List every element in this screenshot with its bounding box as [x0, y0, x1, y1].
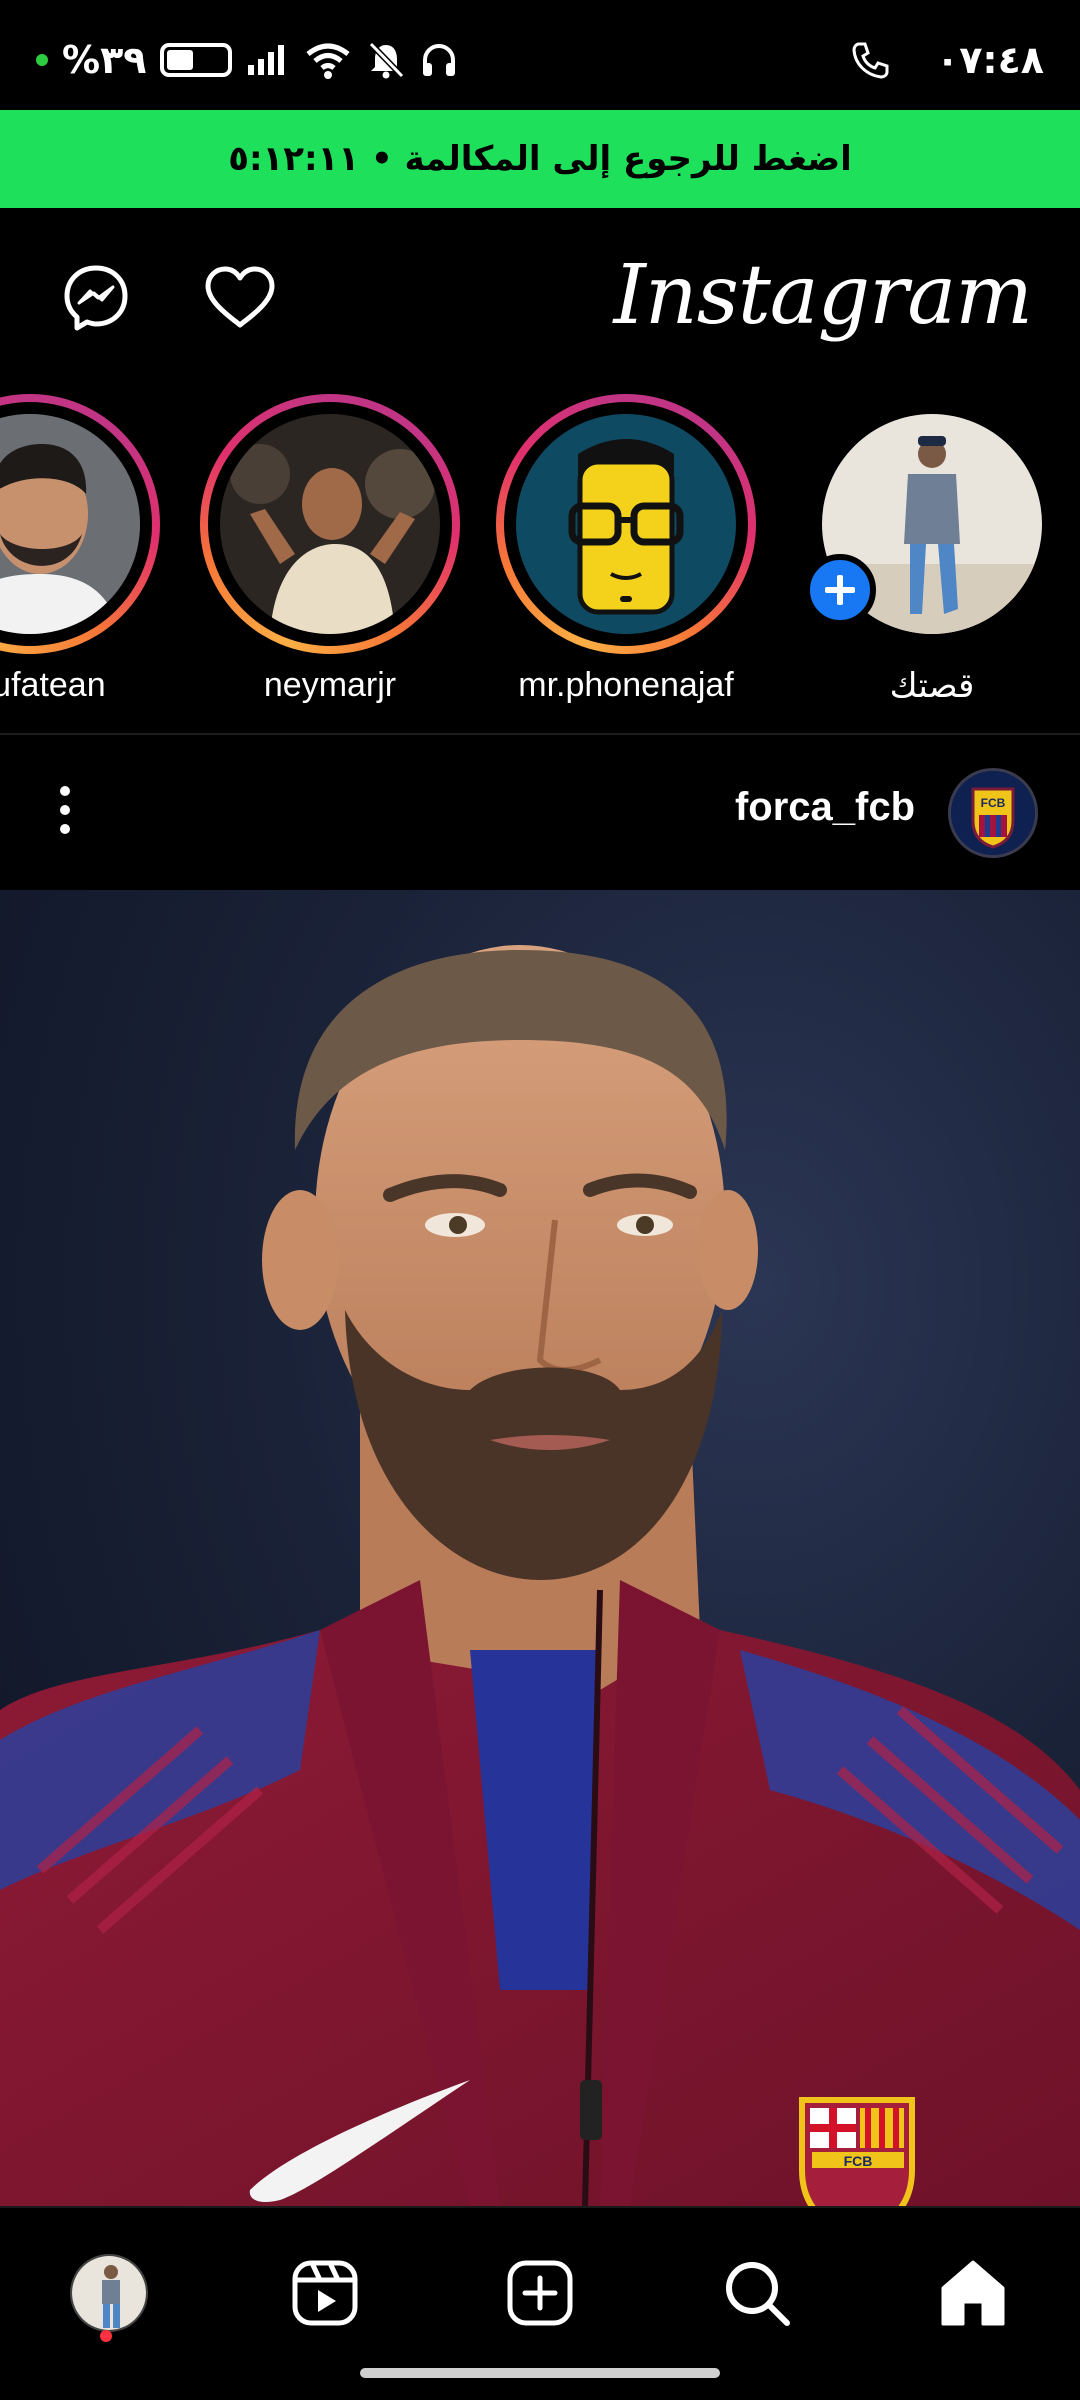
headphones-icon: [420, 41, 458, 79]
bell-muted-icon: [366, 40, 406, 80]
home-icon[interactable]: [928, 2248, 1018, 2338]
add-story-button[interactable]: [804, 554, 876, 626]
post-author-avatar[interactable]: FCB: [948, 768, 1038, 858]
post-username[interactable]: forca_fcb: [735, 785, 915, 830]
heart-icon[interactable]: [200, 258, 280, 338]
phone-call-icon[interactable]: [850, 40, 890, 80]
battery-icon: [160, 43, 233, 77]
signal-icon: [246, 43, 290, 77]
call-banner-text[interactable]: اضغط للرجوع إلى المكالمة • ٥:١٢:١١: [228, 139, 852, 179]
stories-tray[interactable]: abufatean neymarjr: [0, 388, 1080, 733]
avatar-text: FCB: [981, 796, 1006, 810]
wifi-icon: [304, 40, 352, 80]
clock: ٠٧:٤٨: [936, 38, 1044, 82]
dot-indicator-icon: [36, 54, 48, 66]
story-label: neymarjr: [263, 666, 397, 704]
profile-tab[interactable]: [64, 2248, 154, 2338]
post-header: forca_fcb FCB: [0, 735, 1080, 890]
story-avatar[interactable]: [220, 414, 440, 634]
app-header: Instagram: [0, 208, 1080, 388]
search-icon[interactable]: [712, 2248, 802, 2338]
story-label: mr.phonenajaf: [518, 666, 734, 704]
status-right: ٠٧:٤٨: [850, 38, 1044, 82]
post-image[interactable]: FCB: [0, 890, 1080, 2206]
reels-icon[interactable]: [280, 2248, 370, 2338]
home-indicator[interactable]: [360, 2368, 720, 2378]
player-photo: FCB: [0, 945, 1080, 2206]
battery-percent: %٣٩: [62, 38, 147, 82]
status-bar: %٣٩ ٠٧:٤٨: [0, 0, 1080, 110]
more-options-icon[interactable]: [40, 780, 90, 840]
crest-text: FCB: [844, 2153, 873, 2169]
instagram-logo[interactable]: Instagram: [614, 248, 1033, 343]
return-to-call-banner[interactable]: اضغط للرجوع إلى المكالمة • ٥:١٢:١١: [0, 110, 1080, 208]
create-icon[interactable]: [495, 2248, 585, 2338]
profile-avatar[interactable]: [70, 2254, 148, 2332]
messenger-icon[interactable]: [56, 258, 136, 338]
notification-dot: [100, 2330, 112, 2342]
status-left: %٣٩: [36, 38, 458, 82]
story-avatar[interactable]: [516, 414, 736, 634]
story-label: قصتك: [889, 667, 975, 705]
